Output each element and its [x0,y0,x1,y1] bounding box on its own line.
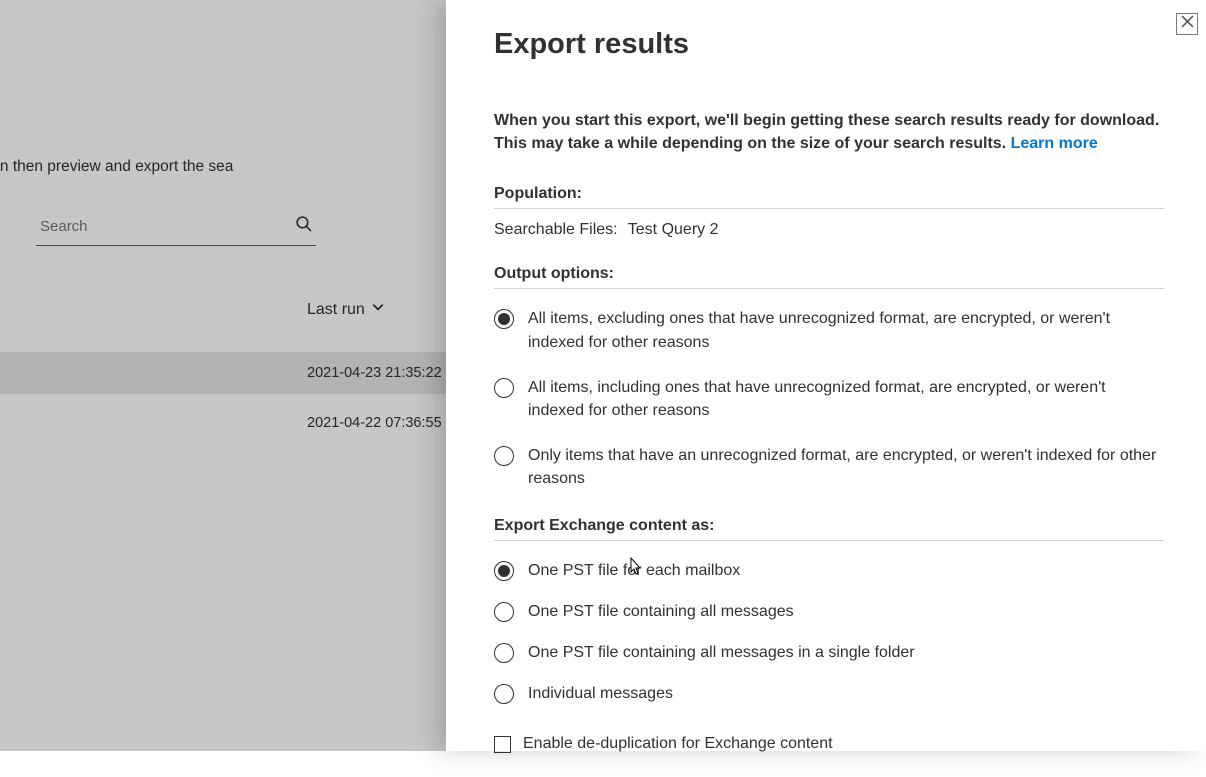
learn-more-link[interactable]: Learn more [1011,135,1098,152]
search-input[interactable] [40,218,295,235]
radio-icon [494,446,514,466]
export-as-label: Export Exchange content as: [494,517,1164,541]
export-as-option-1[interactable]: One PST file containing all messages [494,600,1164,623]
checkbox-icon [494,736,511,753]
radio-label: All items, including ones that have unre… [528,376,1164,422]
radio-icon [494,561,514,581]
intro-text: When you start this export, we'll begin … [494,109,1164,155]
radio-icon [494,309,514,329]
search-field-wrap[interactable] [36,215,316,246]
export-as-group: One PST file for each mailbox One PST fi… [494,559,1164,706]
cell-lastrun: 2021-04-22 07:36:55 [307,415,442,431]
radio-label: Individual messages [528,682,673,705]
search-icon [295,215,312,237]
column-header-label: Last run [307,301,365,319]
output-options-label: Output options: [494,265,1164,289]
export-as-option-0[interactable]: One PST file for each mailbox [494,559,1164,582]
radio-icon [494,684,514,704]
output-options-group: All items, excluding ones that have unre… [494,307,1164,490]
population-key: Searchable Files: [494,221,618,238]
export-results-panel: Export results When you start this expor… [446,0,1206,751]
export-as-option-3[interactable]: Individual messages [494,682,1164,705]
cell-lastrun: 2021-04-23 21:35:22 [307,365,442,381]
radio-label: One PST file containing all messages [528,600,794,623]
close-icon [1181,15,1194,33]
radio-label: Only items that have an unrecognized for… [528,444,1164,490]
bg-description-text: versations, and more. You can then previ… [0,158,233,176]
output-option-0[interactable]: All items, excluding ones that have unre… [494,307,1164,353]
population-label: Population: [494,185,1164,209]
output-option-2[interactable]: Only items that have an unrecognized for… [494,444,1164,490]
population-row: Searchable Files: Test Query 2 [494,221,1164,239]
radio-icon [494,378,514,398]
chevron-down-icon [371,300,385,319]
radio-icon [494,643,514,663]
output-option-1[interactable]: All items, including ones that have unre… [494,376,1164,422]
population-value: Test Query 2 [628,221,719,238]
radio-label: One PST file for each mailbox [528,559,740,582]
column-header-lastrun[interactable]: Last run [307,300,385,319]
radio-label: One PST file containing all messages in … [528,641,915,664]
export-as-option-2[interactable]: One PST file containing all messages in … [494,641,1164,664]
close-button[interactable] [1176,13,1198,35]
panel-title: Export results [494,28,1164,61]
radio-label: All items, excluding ones that have unre… [528,307,1164,353]
radio-icon [494,602,514,622]
